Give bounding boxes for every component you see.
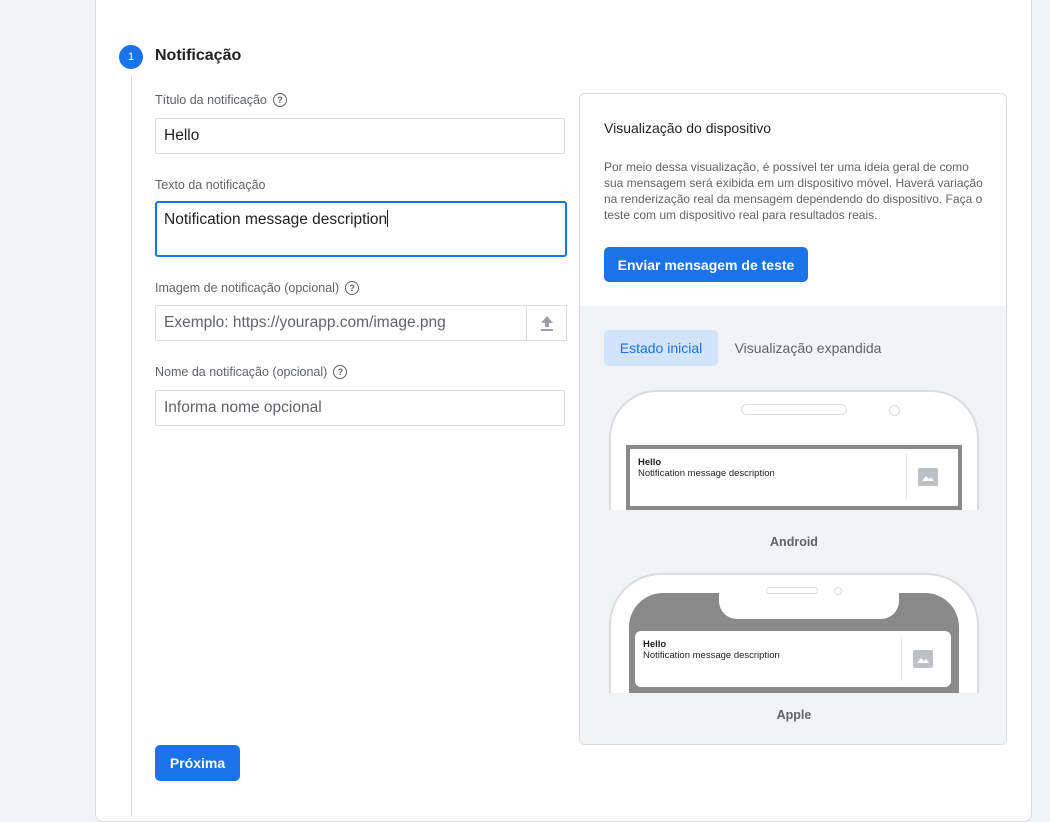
apple-camera [834,587,842,595]
device-preview-panel: Visualização do dispositivo Por meio des… [579,93,1007,745]
apple-notification-body: Notification message description [643,650,780,661]
tab-expanded-view[interactable]: Visualização expandida [724,330,892,366]
android-screen: Hello Notification message description [626,445,962,510]
notification-image-label-text: Imagem de notificação (opcional) [155,281,340,295]
image-placeholder-icon [918,468,938,486]
preview-title: Visualização do dispositivo [604,120,772,136]
help-icon[interactable]: ? [345,281,360,295]
notification-name-label-text: Nome da notificação (opcional) [155,365,328,379]
android-notification-divider [906,454,907,500]
apple-notch [719,593,899,619]
notification-image-input[interactable]: Exemplo: https://yourapp.com/image.png [155,305,527,341]
tab-initial-state[interactable]: Estado inicial [604,330,718,366]
apple-notification-divider [901,637,902,681]
notification-name-label: Nome da notificação (opcional) ? [155,365,348,379]
apple-screen: Hello Notification message description [629,593,959,693]
notification-text-value: Notification message description [164,211,388,228]
image-placeholder-icon [913,650,933,668]
notification-title-label: Título da notificação ? [155,93,287,107]
preview-area: Estado inicial Visualização expandida He… [580,306,1006,744]
android-device-frame: Hello Notification message description [609,390,979,510]
notification-text-label: Texto da notificação [155,178,266,192]
android-camera [889,405,900,416]
help-icon[interactable]: ? [333,365,348,379]
notification-image-label: Imagem de notificação (opcional) ? [155,281,360,295]
send-test-message-button[interactable]: Enviar mensagem de teste [604,247,808,282]
android-notification-body: Notification message description [638,468,775,479]
notification-title-label-text: Título da notificação [155,93,267,107]
next-button[interactable]: Próxima [155,745,240,781]
notification-text-input[interactable]: Notification message description [155,201,567,257]
step-connector-line [131,76,132,816]
android-label: Android [770,535,818,549]
android-notification: Hello Notification message description [630,449,958,506]
apple-label: Apple [776,708,812,722]
notification-text-label-text: Texto da notificação [155,178,266,192]
text-caret [387,210,389,227]
android-speaker [741,404,847,415]
notification-name-input[interactable]: Informa nome opcional [155,390,565,426]
apple-speaker [766,587,818,594]
upload-button[interactable] [526,305,567,341]
apple-notification-title: Hello [643,639,667,650]
android-notification-title: Hello [638,457,662,468]
apple-device-frame: Hello Notification message description [609,573,979,693]
step-number-badge: 1 [119,45,143,69]
step-title: Notificação [155,47,242,64]
notification-title-input[interactable]: Hello [155,118,565,154]
preview-description: Por meio dessa visualização, é possível … [604,160,983,222]
apple-notification: Hello Notification message description [635,631,951,687]
upload-icon [540,316,553,331]
help-icon[interactable]: ? [272,93,287,107]
